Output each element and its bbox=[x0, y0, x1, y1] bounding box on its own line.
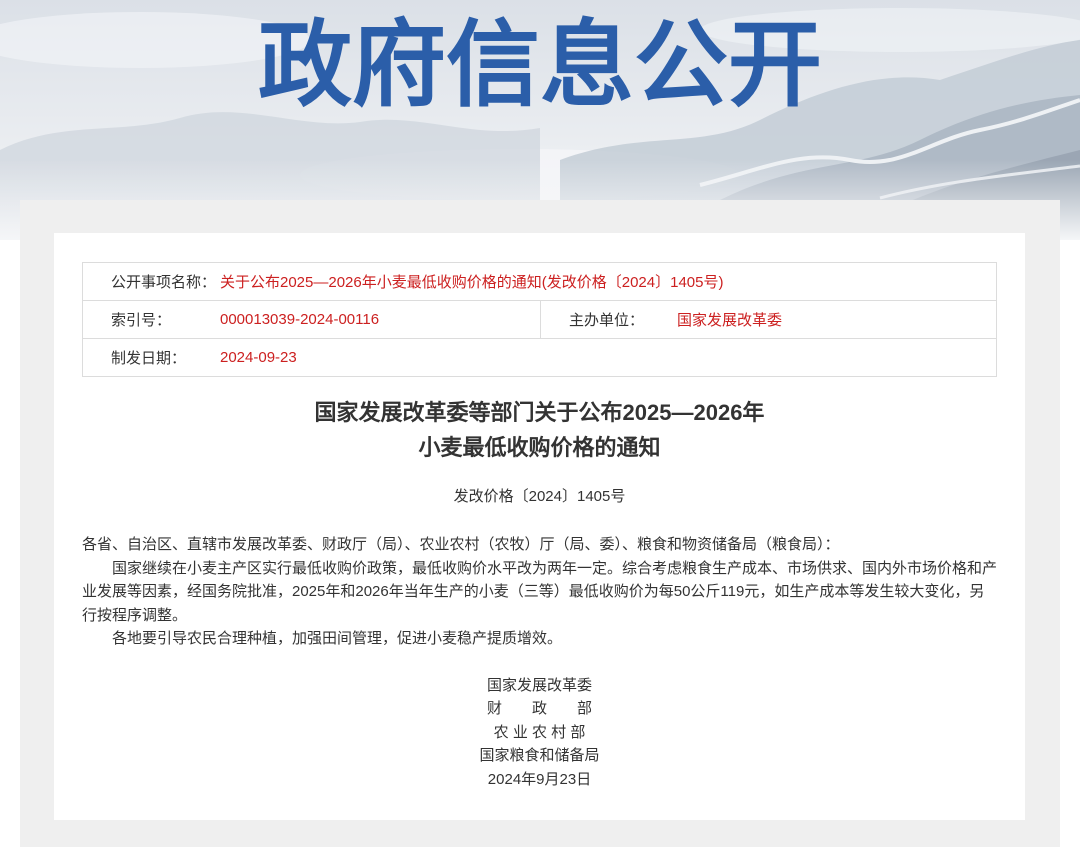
metadata-table: 公开事项名称： 关于公布2025—2026年小麦最低收购价格的通知(发改价格〔2… bbox=[82, 262, 997, 377]
date-label: 制发日期： bbox=[111, 350, 187, 367]
document-signatures: 国家发展改革委 财 政 部 农 业 农 村 部 国家粮食和储备局 2024年9月… bbox=[82, 674, 997, 792]
organizer-label: 主办单位： bbox=[569, 312, 645, 329]
document-salutation: 各省、自治区、直辖市发展改革委、财政厅（局）、农业农村（农牧）厅（局、委）、粮食… bbox=[82, 536, 840, 553]
index-value: 000013039-2024-00116 bbox=[220, 311, 380, 328]
document-number: 发改价格〔2024〕1405号 bbox=[453, 488, 626, 505]
document-paragraph: 各地要引导农民合理种植，加强田间管理，促进小麦稳产提质增效。 bbox=[112, 630, 563, 647]
signature-line: 国家粮食和储备局 bbox=[479, 747, 600, 764]
date-value: 2024-09-23 bbox=[220, 349, 297, 366]
metadata-row-item-name: 公开事项名称： 关于公布2025—2026年小麦最低收购价格的通知(发改价格〔2… bbox=[83, 263, 996, 300]
document-title-line: 小麦最低收购价格的通知 bbox=[418, 435, 661, 460]
signature-line: 农 业 农 村 部 bbox=[493, 723, 586, 741]
content-panel: 公开事项名称： 关于公布2025—2026年小麦最低收购价格的通知(发改价格〔2… bbox=[20, 200, 1060, 847]
signature-line: 财 政 部 bbox=[486, 700, 592, 717]
index-label: 索引号： bbox=[111, 312, 172, 329]
signature-date: 2024年9月23日 bbox=[487, 770, 592, 788]
document-card: 公开事项名称： 关于公布2025—2026年小麦最低收购价格的通知(发改价格〔2… bbox=[54, 233, 1025, 820]
metadata-row-date: 制发日期： 2024-09-23 bbox=[83, 338, 996, 376]
document-title-line: 国家发展改革委等部门关于公布2025—2026年 bbox=[314, 400, 765, 425]
metadata-row-index: 索引号： 000013039-2024-00116 主办单位： 国家发展改革委 bbox=[83, 300, 996, 338]
signature-line: 国家发展改革委 bbox=[486, 676, 592, 694]
organizer-cell: 主办单位： 国家发展改革委 bbox=[541, 301, 996, 338]
document-body: 各省、自治区、直辖市发展改革委、财政厅（局）、农业农村（农牧）厅（局、委）、粮食… bbox=[82, 533, 997, 651]
document-paragraph: 国家继续在小麦主产区实行最低收购价政策，最低收购价水平改为两年一定。综合考虑粮食… bbox=[82, 559, 998, 624]
organizer-value: 国家发展改革委 bbox=[677, 312, 783, 329]
document-title: 国家发展改革委等部门关于公布2025—2026年 小麦最低收购价格的通知 bbox=[82, 395, 997, 465]
item-name-label: 公开事项名称： bbox=[111, 274, 217, 291]
item-name-value: 关于公布2025—2026年小麦最低收购价格的通知(发改价格〔2024〕1405… bbox=[220, 274, 724, 291]
index-cell: 索引号： 000013039-2024-00116 bbox=[83, 301, 541, 338]
banner-title: 政府信息公开 bbox=[257, 11, 822, 120]
